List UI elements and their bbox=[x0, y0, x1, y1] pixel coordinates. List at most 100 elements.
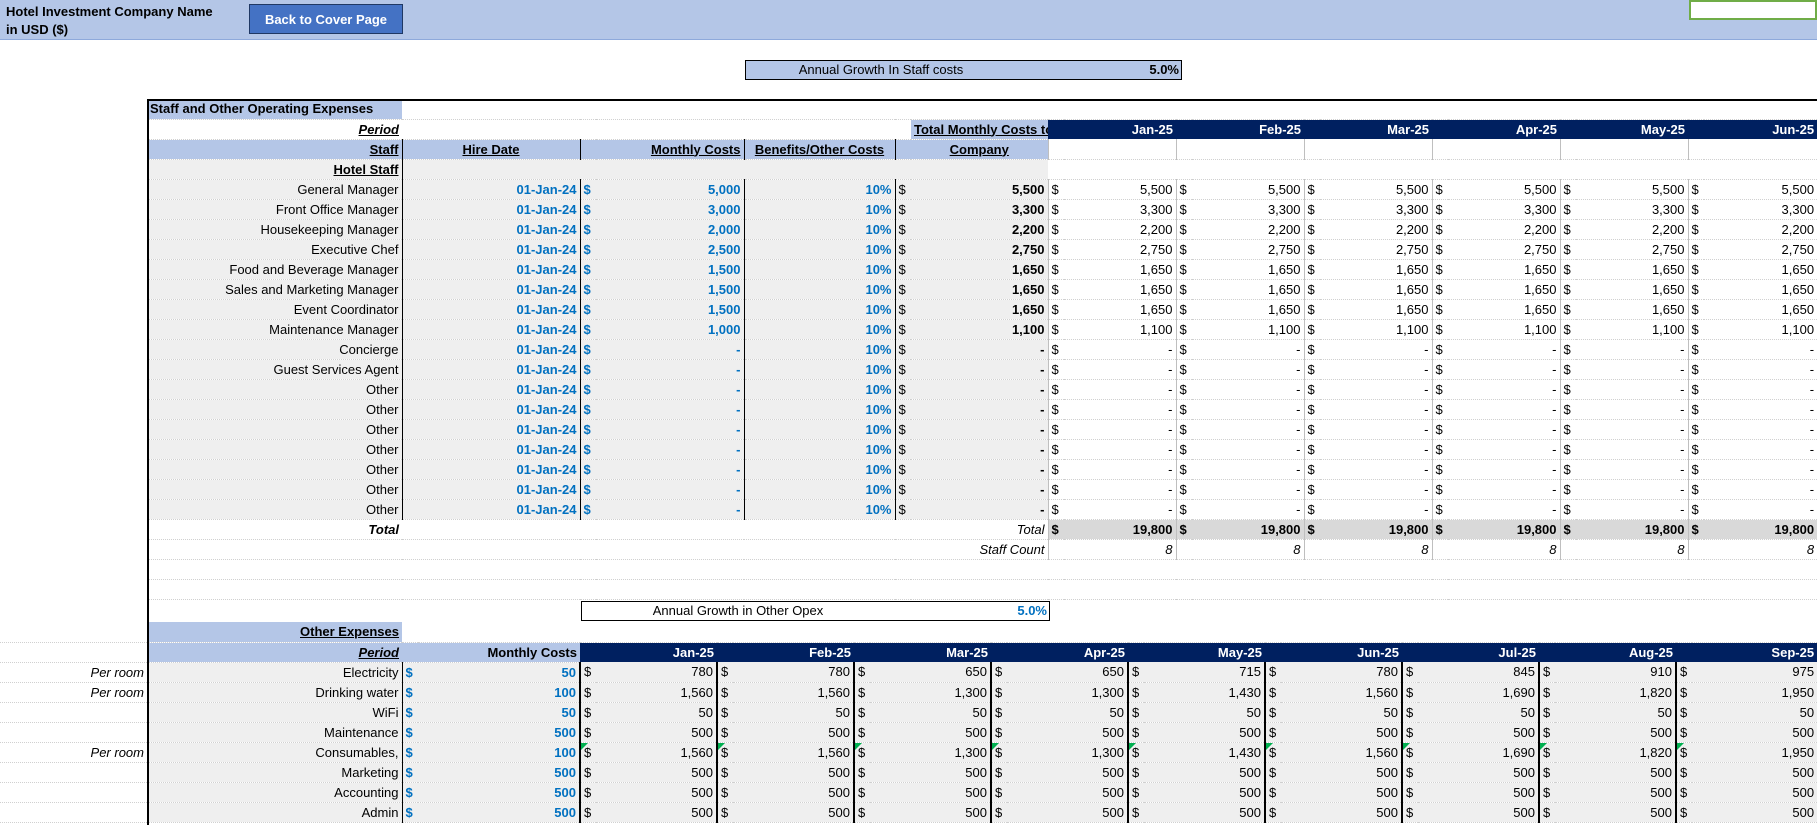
hire-date[interactable]: 01-Jan-24 bbox=[401, 439, 580, 460]
month-value: - bbox=[1704, 359, 1817, 380]
monthly-cost[interactable]: 1,000 bbox=[596, 319, 744, 340]
hire-date[interactable]: 01-Jan-24 bbox=[401, 239, 580, 260]
table-row: Housekeeping Manager 01-Jan-24 $2,000 10% $2… bbox=[147, 219, 1817, 240]
staff-growth-value[interactable]: 5.0% bbox=[1149, 61, 1179, 79]
month-value: 2,750 bbox=[1576, 239, 1688, 260]
hire-date[interactable]: 01-Jan-24 bbox=[401, 279, 580, 300]
month-value: 1,300 bbox=[1007, 742, 1128, 763]
dollar-sign: $ bbox=[1303, 479, 1320, 500]
benefit-pct[interactable]: 10% bbox=[743, 239, 895, 260]
benefit-pct[interactable]: 10% bbox=[743, 399, 895, 420]
monthly-cost[interactable]: 5,000 bbox=[596, 179, 744, 200]
benefit-pct[interactable]: 10% bbox=[743, 279, 895, 300]
hire-date[interactable]: 01-Jan-24 bbox=[401, 459, 580, 480]
month-value: 2,200 bbox=[1704, 219, 1817, 240]
hire-date[interactable]: 01-Jan-24 bbox=[401, 259, 580, 280]
hire-date[interactable]: 01-Jan-24 bbox=[401, 219, 580, 240]
benefit-pct[interactable]: 10% bbox=[743, 379, 895, 400]
expense-name: Maintenance bbox=[147, 722, 402, 743]
hire-date[interactable]: 01-Jan-24 bbox=[401, 359, 580, 380]
hire-date[interactable]: 01-Jan-24 bbox=[401, 399, 580, 420]
month-value: 1,300 bbox=[870, 682, 991, 703]
row-note bbox=[0, 722, 147, 743]
monthly-cost[interactable]: 3,000 bbox=[596, 199, 744, 220]
dollar-sign: $ bbox=[990, 742, 1007, 763]
benefit-pct[interactable]: 10% bbox=[743, 299, 895, 320]
hire-date[interactable]: 01-Jan-24 bbox=[401, 199, 580, 220]
benefit-pct[interactable]: 10% bbox=[743, 259, 895, 280]
hire-date[interactable]: 01-Jan-24 bbox=[401, 339, 580, 360]
staff-count-label: Staff Count bbox=[911, 539, 1048, 560]
month-value: - bbox=[1320, 479, 1432, 500]
table-row: Other 01-Jan-24 $ -10% $ - $ - $ - $ - $ - $ - $ - bbox=[147, 379, 1817, 400]
month-value: 500 bbox=[733, 722, 854, 743]
staff-name: Food and Beverage Manager bbox=[147, 259, 402, 280]
monthly-cost[interactable]: 2,500 bbox=[596, 239, 744, 260]
expense-monthly-cost[interactable]: 500 bbox=[418, 802, 580, 823]
benefit-pct[interactable]: 10% bbox=[743, 319, 895, 340]
expense-monthly-cost[interactable]: 100 bbox=[418, 682, 580, 703]
benefit-pct[interactable]: 10% bbox=[743, 459, 895, 480]
monthly-cost[interactable]: - bbox=[596, 499, 744, 520]
monthly-cost[interactable]: 1,500 bbox=[596, 259, 744, 280]
benefit-pct[interactable]: 10% bbox=[743, 179, 895, 200]
month-header: Jun-25 bbox=[1704, 119, 1817, 139]
hire-date[interactable]: 01-Jan-24 bbox=[401, 479, 580, 500]
hire-date[interactable]: 01-Jan-24 bbox=[401, 299, 580, 320]
dollar-sign: $ bbox=[579, 219, 596, 240]
benefit-pct[interactable]: 10% bbox=[743, 359, 895, 380]
hire-date[interactable]: 01-Jan-24 bbox=[401, 319, 580, 340]
monthly-cost[interactable]: 2,000 bbox=[596, 219, 744, 240]
dollar-sign: $ bbox=[1401, 762, 1418, 783]
benefit-pct[interactable]: 10% bbox=[743, 219, 895, 240]
month-value: - bbox=[1192, 459, 1304, 480]
expense-monthly-cost[interactable]: 500 bbox=[418, 762, 580, 783]
dollar-sign: $ bbox=[579, 459, 596, 480]
monthly-cost[interactable]: - bbox=[596, 359, 744, 380]
dollar-sign: $ bbox=[1559, 379, 1576, 400]
benefit-pct[interactable]: 10% bbox=[743, 479, 895, 500]
back-to-cover-button[interactable]: Back to Cover Page bbox=[249, 4, 403, 34]
dollar-sign: $ bbox=[1401, 782, 1418, 803]
expense-monthly-cost[interactable]: 100 bbox=[418, 742, 580, 763]
col-staff-header: Staff bbox=[147, 139, 402, 160]
expense-monthly-cost[interactable]: 500 bbox=[418, 782, 580, 803]
dollar-sign: $ bbox=[1559, 499, 1576, 520]
monthly-cost[interactable]: - bbox=[596, 419, 744, 440]
monthly-cost[interactable]: 1,500 bbox=[596, 279, 744, 300]
benefit-pct[interactable]: 10% bbox=[743, 439, 895, 460]
hire-date[interactable]: 01-Jan-24 bbox=[401, 419, 580, 440]
expense-monthly-cost[interactable]: 50 bbox=[418, 662, 580, 683]
monthly-cost[interactable]: 1,500 bbox=[596, 299, 744, 320]
month-value: 2,750 bbox=[1704, 239, 1817, 260]
dollar-sign: $ bbox=[1559, 199, 1576, 220]
monthly-cost[interactable]: - bbox=[596, 399, 744, 420]
benefit-pct[interactable]: 10% bbox=[743, 419, 895, 440]
hire-date[interactable]: 01-Jan-24 bbox=[401, 379, 580, 400]
dollar-sign: $ bbox=[579, 239, 596, 260]
selected-cell[interactable] bbox=[1689, 0, 1817, 20]
month-value: 500 bbox=[1007, 722, 1128, 743]
month-value: 1,560 bbox=[596, 742, 717, 763]
monthly-cost[interactable]: - bbox=[596, 459, 744, 480]
month-value: 780 bbox=[733, 662, 854, 683]
month-value: 500 bbox=[1555, 762, 1676, 783]
benefit-pct[interactable]: 10% bbox=[743, 339, 895, 360]
dollar-sign: $ bbox=[853, 702, 870, 723]
monthly-cost[interactable]: - bbox=[596, 379, 744, 400]
monthly-cost[interactable]: - bbox=[596, 479, 744, 500]
hire-date[interactable]: 01-Jan-24 bbox=[401, 179, 580, 200]
staff-count: 8 bbox=[1064, 539, 1176, 560]
benefit-pct[interactable]: 10% bbox=[743, 199, 895, 220]
expense-monthly-cost[interactable]: 50 bbox=[418, 702, 580, 723]
expense-monthly-cost[interactable]: 500 bbox=[418, 722, 580, 743]
monthly-cost[interactable]: - bbox=[596, 439, 744, 460]
col-total-header-2: Company bbox=[911, 139, 1048, 160]
monthly-cost[interactable]: - bbox=[596, 339, 744, 360]
hire-date[interactable]: 01-Jan-24 bbox=[401, 499, 580, 520]
month-total: 19,800 bbox=[1576, 519, 1688, 540]
month-value: 1,300 bbox=[870, 742, 991, 763]
dollar-sign: $ bbox=[1538, 722, 1555, 743]
benefit-pct[interactable]: 10% bbox=[743, 499, 895, 520]
other-growth-value[interactable]: 5.0% bbox=[1017, 602, 1047, 620]
